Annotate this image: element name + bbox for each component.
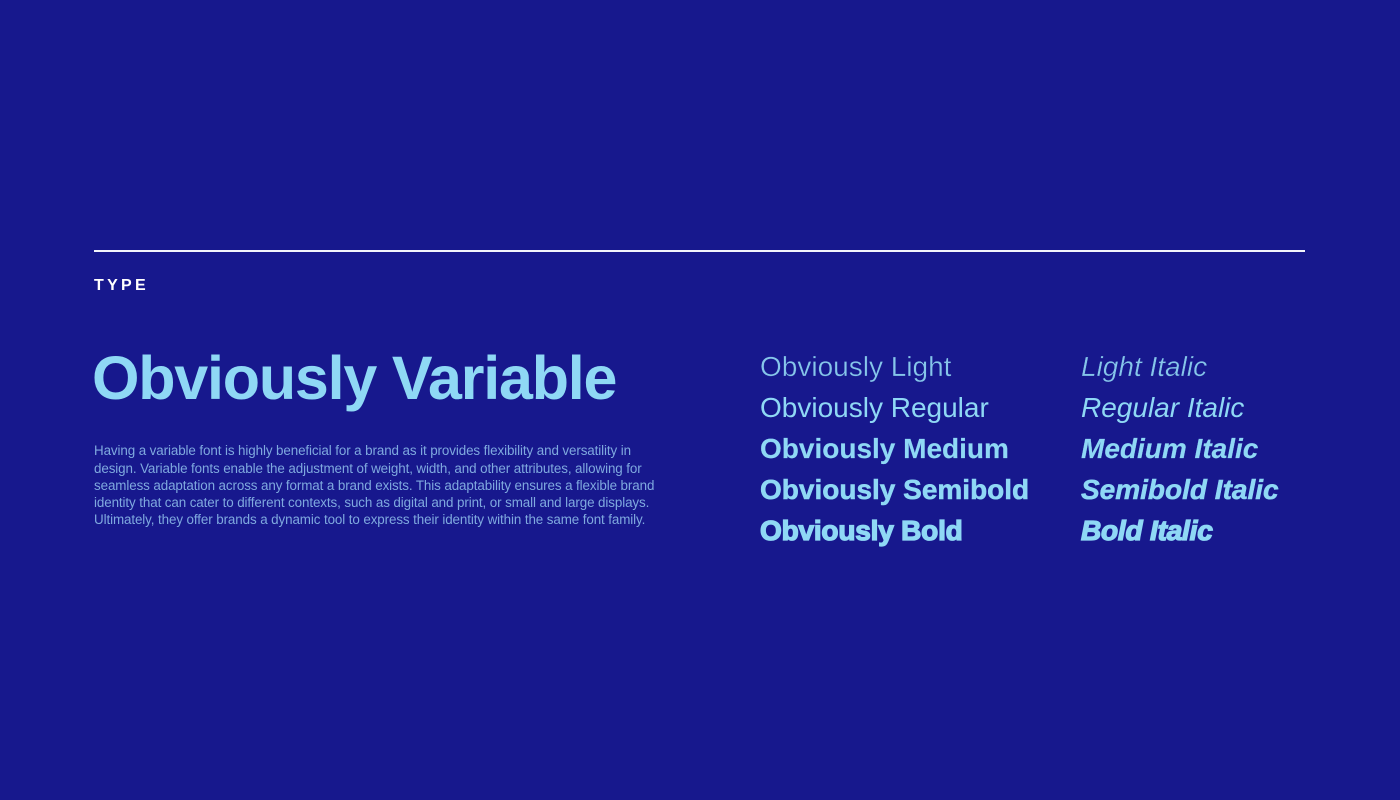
specimen-upright-regular: Obviously Regular (760, 392, 989, 423)
specimen-upright-semibold: Obviously Semibold (760, 474, 1030, 506)
feature-paragraph: Having a variable font is highly benefic… (94, 443, 655, 528)
specimen-italic-bold: Bold Italic (1080, 514, 1213, 546)
specimen-italic-semibold: Semibold Italic (1081, 474, 1279, 506)
specimen-upright-light: Obviously Light (760, 351, 952, 382)
section-divider (94, 250, 1305, 252)
font-weight-specimen: Obviously Light Light Italic Obviously R… (759, 350, 1360, 555)
section-label: TYPE (94, 277, 149, 294)
specimen-row: Obviously Semibold Semibold Italic (760, 473, 1360, 514)
specimen-row: Obviously Medium Medium Italic (760, 432, 1360, 473)
page-title: Obviously Variable (92, 344, 617, 412)
specimen-italic-medium: Medium Italic (1081, 433, 1259, 464)
specimen-italic-regular: Regular Italic (1081, 392, 1245, 423)
specimen-upright-bold: Obviously Bold (759, 514, 963, 546)
specimen-italic-light: Light Italic (1081, 351, 1208, 382)
specimen-row: Obviously Bold Bold Italic (759, 514, 1360, 555)
specimen-row: Obviously Light Light Italic (760, 350, 1360, 391)
specimen-row: Obviously Regular Regular Italic (760, 391, 1360, 432)
specimen-upright-medium: Obviously Medium (760, 433, 1009, 464)
type-specimen-page: TYPE Obviously Variable Having a variabl… (0, 0, 1400, 800)
